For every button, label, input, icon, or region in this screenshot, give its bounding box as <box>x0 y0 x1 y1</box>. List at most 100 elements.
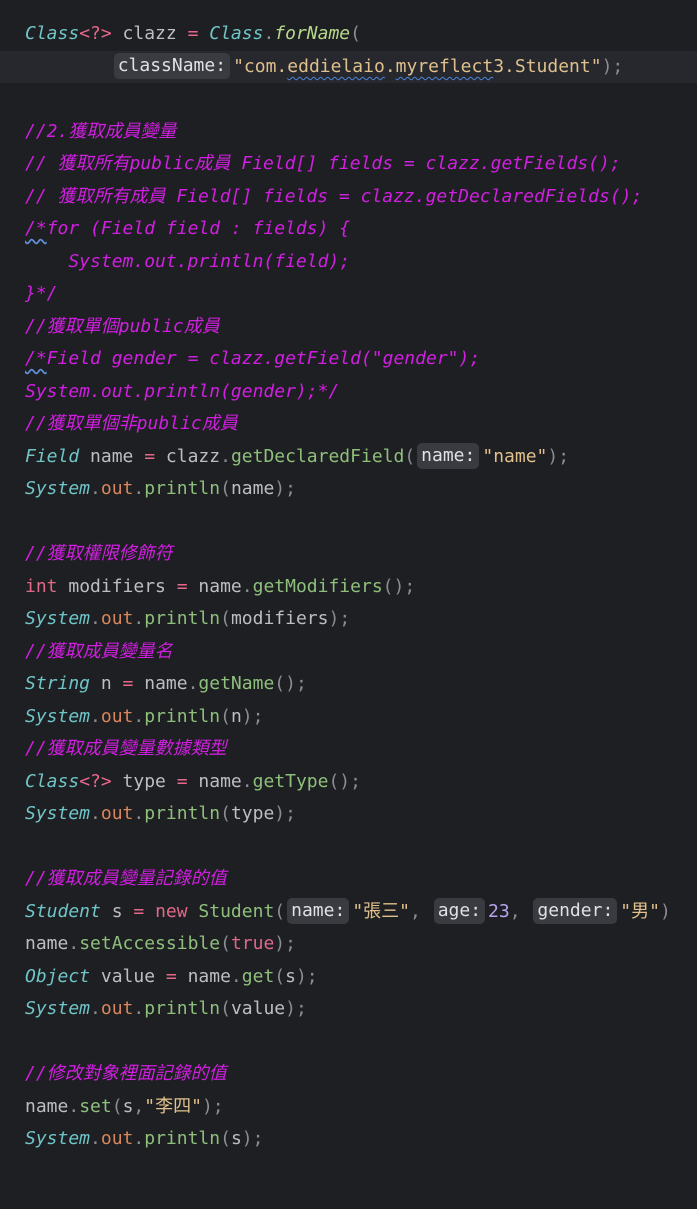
code-line[interactable]: //修改對象裡面記錄的值 <box>0 1058 697 1090</box>
code-line[interactable]: /*for (Field field : fields) { <box>0 213 697 245</box>
code-punctuation-token: (); <box>328 771 361 792</box>
code-line[interactable]: // 獲取所有public成員 Field[] fields = clazz.g… <box>0 148 697 180</box>
code-string-token: eddielaio <box>287 56 385 77</box>
code-punctuation-token: ); <box>601 56 624 77</box>
code-method-token: println <box>144 608 221 629</box>
code-line[interactable]: //獲取權限修飾符 <box>0 538 697 570</box>
code-punctuation-token: , <box>410 901 432 922</box>
code-punctuation-token: ); <box>285 998 307 1019</box>
parameter-hint: className: <box>113 53 231 79</box>
code-punctuation-token: ( <box>220 608 231 629</box>
code-comment-token: // 獲取所有成員 Field[] fields = clazz.getDecl… <box>25 186 643 207</box>
code-method-token: getType <box>252 771 329 792</box>
code-method-token: get <box>241 966 275 987</box>
code-line[interactable]: System.out.println(s); <box>0 1123 697 1155</box>
code-identifier-token <box>198 23 209 44</box>
code-field-token: out <box>100 608 134 629</box>
code-line[interactable]: int modifiers = name.getModifiers(); <box>0 571 697 603</box>
code-identifier-token: s <box>122 1096 134 1117</box>
code-line[interactable]: System.out.println(type); <box>0 798 697 830</box>
code-punctuation-token: ) <box>659 901 671 922</box>
code-line[interactable]: //獲取成員變量記錄的值 <box>0 863 697 895</box>
code-line[interactable] <box>0 506 697 538</box>
code-line[interactable]: //2.獲取成員變量 <box>0 116 697 148</box>
code-line[interactable]: Student s = new Student(name: "張三", age: 2… <box>0 896 697 928</box>
code-line[interactable] <box>0 831 697 863</box>
code-line[interactable]: Object value = name.get(s); <box>0 961 697 993</box>
code-line[interactable] <box>0 1026 697 1058</box>
code-comment-token: System.out.println(gender);*/ <box>25 381 340 402</box>
code-punctuation-token: ( <box>220 803 231 824</box>
code-punctuation-token: ); <box>328 608 351 629</box>
code-punctuation-token: ); <box>241 1128 264 1149</box>
code-method-token: getName <box>198 673 275 694</box>
code-identifier-token: s <box>230 1128 242 1149</box>
code-line[interactable]: //獲取成員變量名 <box>0 636 697 668</box>
code-type-token: System <box>25 803 91 824</box>
code-identifier-token: type <box>111 771 177 792</box>
code-line[interactable]: //獲取單個非public成員 <box>0 408 697 440</box>
code-comment-token: Field gender = clazz.getField("gender"); <box>46 348 481 369</box>
code-keyword-token: new <box>155 901 188 922</box>
code-comment-token: /* <box>25 348 47 369</box>
code-punctuation-token: . <box>220 446 231 467</box>
code-method-token: getModifiers <box>252 576 383 597</box>
code-comment-token: //獲取成員變量數據類型 <box>25 738 227 759</box>
code-line[interactable]: Class<?> clazz = Class.forName( <box>0 18 697 50</box>
code-type-token: Field <box>25 446 80 467</box>
code-punctuation-token: ); <box>274 933 296 954</box>
code-line[interactable] <box>0 83 697 115</box>
code-line[interactable]: //獲取成員變量數據類型 <box>0 733 697 765</box>
code-punctuation-token: ( <box>220 933 231 954</box>
code-punctuation-token: . <box>133 1128 145 1149</box>
code-type-token: Class <box>25 771 80 792</box>
code-string-token: "李四" <box>144 1096 202 1117</box>
code-string-token: "name" <box>482 446 548 467</box>
code-line[interactable]: System.out.println(modifiers); <box>0 603 697 635</box>
code-method-token: println <box>144 1128 221 1149</box>
code-identifier-token: name <box>79 446 145 467</box>
code-line[interactable]: // 獲取所有成員 Field[] fields = clazz.getDecl… <box>0 181 697 213</box>
code-punctuation-token: . <box>90 998 101 1019</box>
code-comment-token: }*/ <box>25 283 58 304</box>
code-string-token: myreflect <box>395 56 494 77</box>
code-identifier-token: modifiers <box>57 576 177 597</box>
code-line[interactable]: //獲取單個public成員 <box>0 311 697 343</box>
code-type-token: System <box>25 478 91 499</box>
code-line[interactable]: System.out.println(n); <box>0 701 697 733</box>
code-punctuation-token: ( <box>220 1128 231 1149</box>
code-line[interactable]: Field name = clazz.getDeclaredField(name… <box>0 441 697 473</box>
code-editor-screen: { "colors": { "background": "#1e1f22", "… <box>0 0 697 1209</box>
code-keyword-token: true <box>230 933 275 954</box>
code-line[interactable]: name.set(s,"李四"); <box>0 1091 697 1123</box>
code-operator-token: <?> <box>79 771 112 792</box>
code-operator-token: = <box>122 673 134 694</box>
code-comment-token: System.out.println(field); <box>25 251 351 272</box>
code-line[interactable]: System.out.println(name); <box>0 473 697 505</box>
code-line[interactable]: String n = name.getName(); <box>0 668 697 700</box>
code-line[interactable]: className: "com.eddielaio.myreflect3.Stud… <box>0 51 697 83</box>
code-line[interactable]: name.setAccessible(true); <box>0 928 697 960</box>
code-line[interactable]: }*/ <box>0 278 697 310</box>
code-type-token: Object <box>25 966 91 987</box>
code-punctuation-token: ( <box>404 446 416 467</box>
code-punctuation-token: ); <box>547 446 570 467</box>
code-punctuation-token: . <box>90 478 101 499</box>
code-editor[interactable]: Class<?> clazz = Class.forName( classNam… <box>0 0 697 1209</box>
code-identifier-token: n <box>90 673 123 694</box>
code-punctuation-token: . <box>90 1128 101 1149</box>
code-line[interactable]: System.out.println(gender);*/ <box>0 376 697 408</box>
code-punctuation-token: (); <box>382 576 416 597</box>
code-punctuation-token: . <box>133 608 145 629</box>
code-line[interactable]: System.out.println(value); <box>0 993 697 1025</box>
code-punctuation-token: ( <box>274 966 286 987</box>
code-punctuation-token: . <box>133 706 145 727</box>
code-identifier-token: name <box>133 673 188 694</box>
code-line[interactable]: System.out.println(field); <box>0 246 697 278</box>
code-identifier-token <box>188 901 199 922</box>
code-punctuation-token: . <box>263 23 275 44</box>
code-type-token: System <box>25 1128 91 1149</box>
code-line[interactable]: /*Field gender = clazz.getField("gender"… <box>0 343 697 375</box>
code-line[interactable]: Class<?> type = name.getType(); <box>0 766 697 798</box>
code-operator-token: = <box>165 966 177 987</box>
